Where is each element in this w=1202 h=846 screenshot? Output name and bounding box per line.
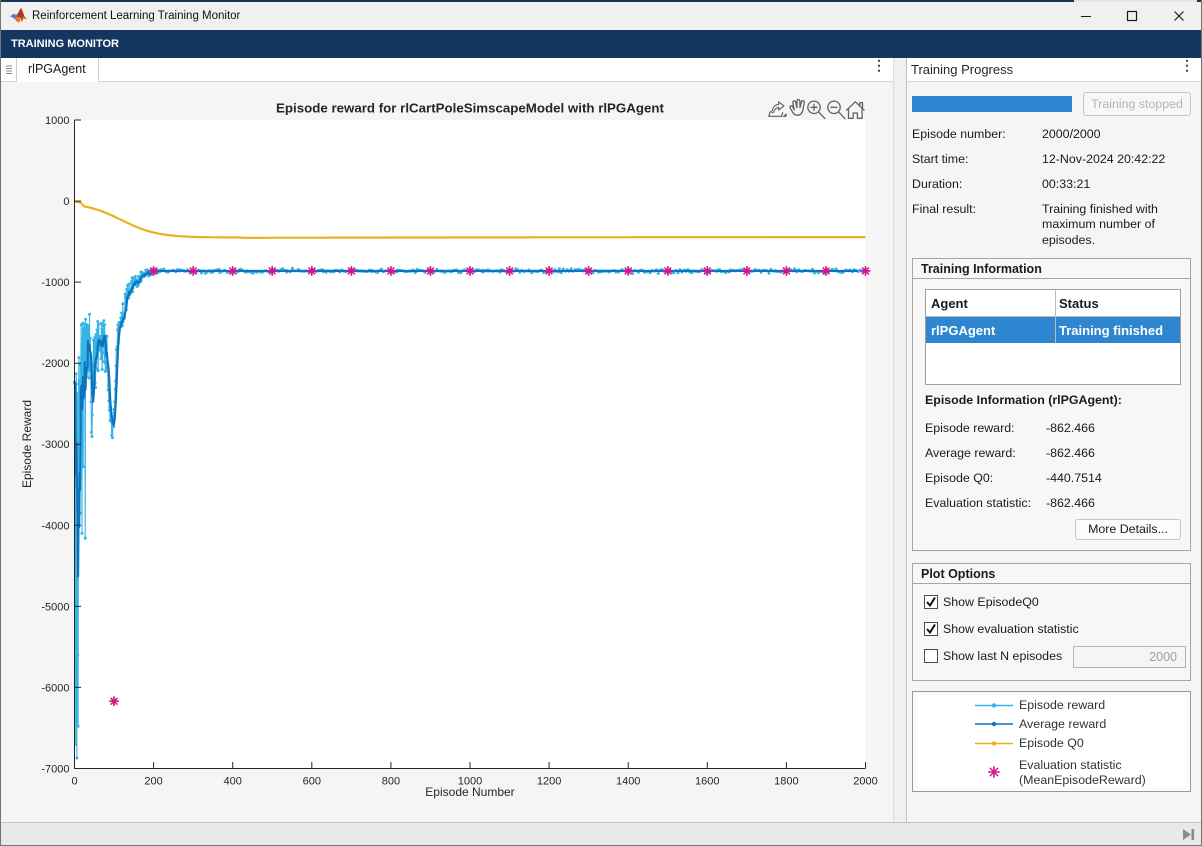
svg-text:-6000: -6000: [41, 682, 69, 694]
svg-text:400: 400: [224, 776, 242, 788]
svg-text:Episode reward for rlCartPoleS: Episode reward for rlCartPoleSimscapeMod…: [276, 101, 664, 116]
svg-text:-5000: -5000: [41, 601, 69, 613]
svg-text:0: 0: [63, 196, 69, 208]
svg-text:2000: 2000: [853, 776, 877, 788]
svg-text:1400: 1400: [616, 776, 640, 788]
svg-text:-3000: -3000: [41, 439, 69, 451]
svg-text:600: 600: [303, 776, 321, 788]
svg-text:800: 800: [382, 776, 400, 788]
svg-text:Episode Reward: Episode Reward: [20, 400, 34, 488]
svg-text:-2000: -2000: [41, 358, 69, 370]
svg-text:1800: 1800: [774, 776, 798, 788]
svg-text:1200: 1200: [537, 776, 561, 788]
svg-text:200: 200: [144, 776, 162, 788]
svg-text:1000: 1000: [45, 115, 69, 127]
svg-text:1600: 1600: [695, 776, 719, 788]
svg-text:Episode Number: Episode Number: [425, 785, 514, 799]
svg-text:-1000: -1000: [41, 277, 69, 289]
svg-text:-7000: -7000: [41, 764, 69, 776]
svg-text:0: 0: [71, 776, 77, 788]
svg-text:-4000: -4000: [41, 520, 69, 532]
